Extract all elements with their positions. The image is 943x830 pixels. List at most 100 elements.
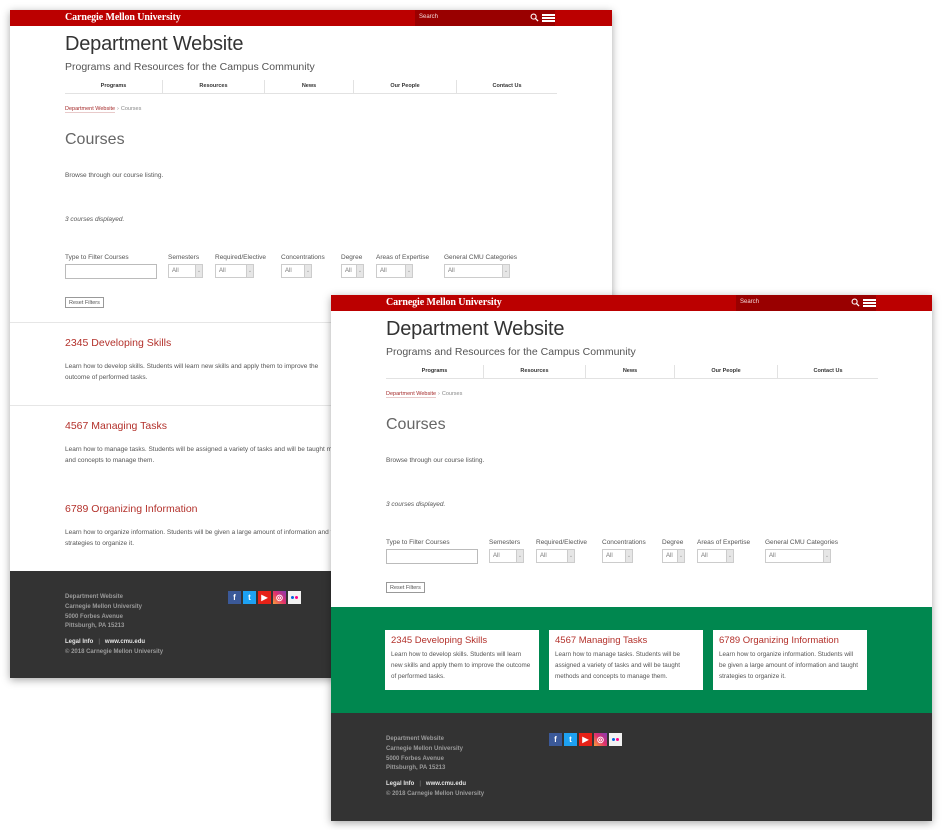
text-filter-input[interactable] — [65, 264, 157, 279]
course-card[interactable]: 2345 Developing Skills Learn how to deve… — [385, 630, 539, 690]
text-filter: Type to Filter Courses — [65, 254, 157, 279]
breadcrumb-home-link[interactable]: Department Website — [386, 391, 437, 398]
areas-of-expertise-select[interactable]: All ⌄ — [697, 549, 734, 563]
main-nav: Programs Resources News Our People Conta… — [65, 80, 557, 94]
semesters-select[interactable]: All ⌄ — [489, 549, 524, 563]
footer-address-line: 5000 Forbes Avenue — [386, 755, 444, 762]
course-card[interactable]: 4567 Managing Tasks Learn how to manage … — [549, 630, 703, 690]
hamburger-menu-icon[interactable] — [863, 299, 876, 307]
degree-filter: Degree All ⌄ — [662, 539, 685, 563]
text-filter-input[interactable] — [386, 549, 478, 564]
general-cmu-categories-select[interactable]: All ⌄ — [765, 549, 831, 563]
site-subtitle: Programs and Resources for the Campus Co… — [386, 346, 636, 358]
facebook-icon[interactable]: f — [228, 591, 241, 604]
general-cmu-categories-value: All — [769, 553, 776, 559]
semesters-label: Semesters — [489, 539, 521, 546]
instagram-icon[interactable]: ◎ — [273, 591, 286, 604]
nav-item-contact-us[interactable]: Contact Us — [778, 365, 878, 378]
breadcrumb-current: Courses — [120, 106, 142, 112]
instagram-icon[interactable]: ◎ — [594, 733, 607, 746]
concentrations-value: All — [285, 268, 292, 274]
concentrations-filter: Concentrations All ⌄ — [602, 539, 646, 563]
required-elective-filter: Required/Elective All ⌄ — [215, 254, 266, 278]
chevron-down-icon: ⌄ — [502, 265, 509, 277]
nav-item-our-people[interactable]: Our People — [354, 80, 457, 93]
twitter-icon[interactable]: t — [243, 591, 256, 604]
link-separator: | — [419, 781, 421, 787]
degree-select[interactable]: All ⌄ — [341, 264, 364, 278]
flickr-icon[interactable] — [288, 591, 301, 604]
course-title-link[interactable]: 2345 Developing Skills — [391, 635, 533, 646]
nav-item-contact-us[interactable]: Contact Us — [457, 80, 557, 93]
legal-info-link[interactable]: Legal Info — [386, 781, 414, 787]
top-bar: Carnegie Mellon University Search — [10, 10, 612, 26]
cmu-logo[interactable]: Carnegie Mellon University — [65, 12, 181, 23]
flickr-icon[interactable] — [609, 733, 622, 746]
reset-filters-button[interactable]: Reset Filters — [65, 297, 104, 308]
course-description: Learn how to manage tasks. Students will… — [65, 446, 352, 464]
semesters-select[interactable]: All ⌄ — [168, 264, 203, 278]
nav-item-our-people[interactable]: Our People — [675, 365, 778, 378]
required-elective-select[interactable]: All ⌄ — [215, 264, 254, 278]
course-title-link[interactable]: 4567 Managing Tasks — [555, 635, 697, 646]
areas-of-expertise-filter: Areas of Expertise All ⌄ — [697, 539, 750, 563]
course-description: Learn how to develop skills. Students wi… — [65, 363, 319, 381]
course-card[interactable]: 6789 Organizing Information Learn how to… — [713, 630, 867, 690]
nav-item-news[interactable]: News — [265, 80, 354, 93]
areas-of-expertise-label: Areas of Expertise — [697, 539, 751, 546]
breadcrumb-current: Courses — [441, 391, 463, 397]
footer-address-line: Department Website — [386, 736, 444, 742]
general-cmu-categories-label: General CMU Categories — [765, 539, 838, 546]
footer-address: Department Website Carnegie Mellon Unive… — [386, 735, 463, 774]
concentrations-filter: Concentrations All ⌄ — [281, 254, 325, 278]
site-title[interactable]: Department Website — [386, 318, 565, 341]
required-elective-value: All — [219, 268, 226, 274]
footer-address-line: Pittsburgh, PA 15213 — [386, 765, 446, 772]
facebook-icon[interactable]: f — [549, 733, 562, 746]
cmu-logo[interactable]: Carnegie Mellon University — [386, 297, 502, 308]
cmu-site-link[interactable]: www.cmu.edu — [426, 781, 466, 787]
breadcrumb-home-link[interactable]: Department Website — [65, 106, 116, 113]
cmu-site-link[interactable]: www.cmu.edu — [105, 639, 145, 645]
youtube-icon[interactable]: ▶ — [579, 733, 592, 746]
site-subtitle: Programs and Resources for the Campus Co… — [65, 61, 315, 73]
legal-info-link[interactable]: Legal Info — [65, 639, 93, 645]
degree-select[interactable]: All ⌄ — [662, 549, 685, 563]
areas-of-expertise-select[interactable]: All ⌄ — [376, 264, 413, 278]
footer-links: Legal Info | www.cmu.edu — [65, 639, 145, 645]
search-icon[interactable] — [530, 13, 539, 22]
concentrations-select[interactable]: All ⌄ — [602, 549, 633, 563]
search-icon[interactable] — [851, 298, 860, 307]
twitter-icon[interactable]: t — [564, 733, 577, 746]
degree-label: Degree — [662, 539, 684, 546]
nav-item-programs[interactable]: Programs — [386, 365, 484, 378]
youtube-icon[interactable]: ▶ — [258, 591, 271, 604]
course-cards-section: 2345 Developing Skills Learn how to deve… — [331, 607, 932, 713]
nav-item-resources[interactable]: Resources — [484, 365, 586, 378]
chevron-down-icon: ⌄ — [356, 265, 363, 277]
degree-value: All — [345, 268, 352, 274]
nav-item-news[interactable]: News — [586, 365, 675, 378]
chevron-down-icon: ⌄ — [304, 265, 311, 277]
concentrations-select[interactable]: All ⌄ — [281, 264, 312, 278]
footer-address-line: Carnegie Mellon University — [65, 603, 143, 610]
required-elective-select[interactable]: All ⌄ — [536, 549, 575, 563]
footer-address-line: Pittsburgh, PA 15213 — [65, 623, 125, 630]
nav-item-programs[interactable]: Programs — [65, 80, 163, 93]
reset-filters-button[interactable]: Reset Filters — [386, 582, 425, 593]
social-links: f t ▶ ◎ — [549, 733, 622, 746]
footer-address: Department Website Carnegie Mellon Unive… — [65, 593, 142, 632]
breadcrumb-separator: › — [117, 106, 119, 112]
required-elective-label: Required/Elective — [215, 254, 266, 261]
hamburger-menu-icon[interactable] — [542, 14, 555, 22]
course-title-link[interactable]: 6789 Organizing Information — [719, 635, 861, 646]
site-title[interactable]: Department Website — [65, 33, 244, 56]
chevron-down-icon: ⌄ — [405, 265, 412, 277]
course-count: 3 courses displayed. — [386, 501, 446, 508]
required-elective-filter: Required/Elective All ⌄ — [536, 539, 587, 563]
page-heading: Courses — [386, 416, 446, 433]
nav-item-resources[interactable]: Resources — [163, 80, 265, 93]
semesters-filter: Semesters All ⌄ — [168, 254, 203, 278]
semesters-value: All — [493, 553, 500, 559]
general-cmu-categories-select[interactable]: All ⌄ — [444, 264, 510, 278]
